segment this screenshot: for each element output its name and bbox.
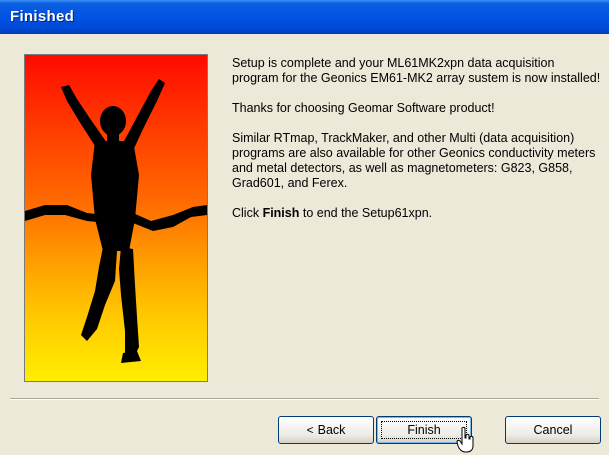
button-divider [10,398,599,400]
message-paragraph-3: Similar RTmap, TrackMaker, and other Mul… [232,131,596,190]
cancel-button-label: Cancel [533,423,573,437]
runner-silhouette-icon [25,79,207,363]
back-button-label: Back [317,423,346,437]
setup-wizard-window: Finished Setup is complete and your ML61… [0,0,609,455]
finish-line-runner-image [24,54,208,382]
cancel-button[interactable]: Cancel [505,416,601,444]
finish-instruction-prefix: Click [232,206,263,220]
back-arrow-icon: < [306,423,314,437]
window-title: Finished [10,8,75,25]
focus-rectangle [381,421,467,439]
completion-message: Setup is complete and your ML61MK2xpn da… [232,56,604,236]
message-paragraph-2: Thanks for choosing Geomar Software prod… [232,101,495,115]
finish-instruction-bold: Finish [262,206,300,220]
title-bar[interactable]: Finished [0,0,609,34]
message-paragraph-1: Setup is complete and your ML61MK2xpn da… [232,56,601,85]
finish-instruction-suffix: to end the Setup61xpn. [299,206,433,220]
wizard-content: Setup is complete and your ML61MK2xpn da… [0,34,609,455]
mouse-pointer-icon [456,426,474,453]
back-button[interactable]: < Back [278,416,374,444]
message-paragraph-4: Click Finish to end the Setup61xpn. [232,206,604,221]
